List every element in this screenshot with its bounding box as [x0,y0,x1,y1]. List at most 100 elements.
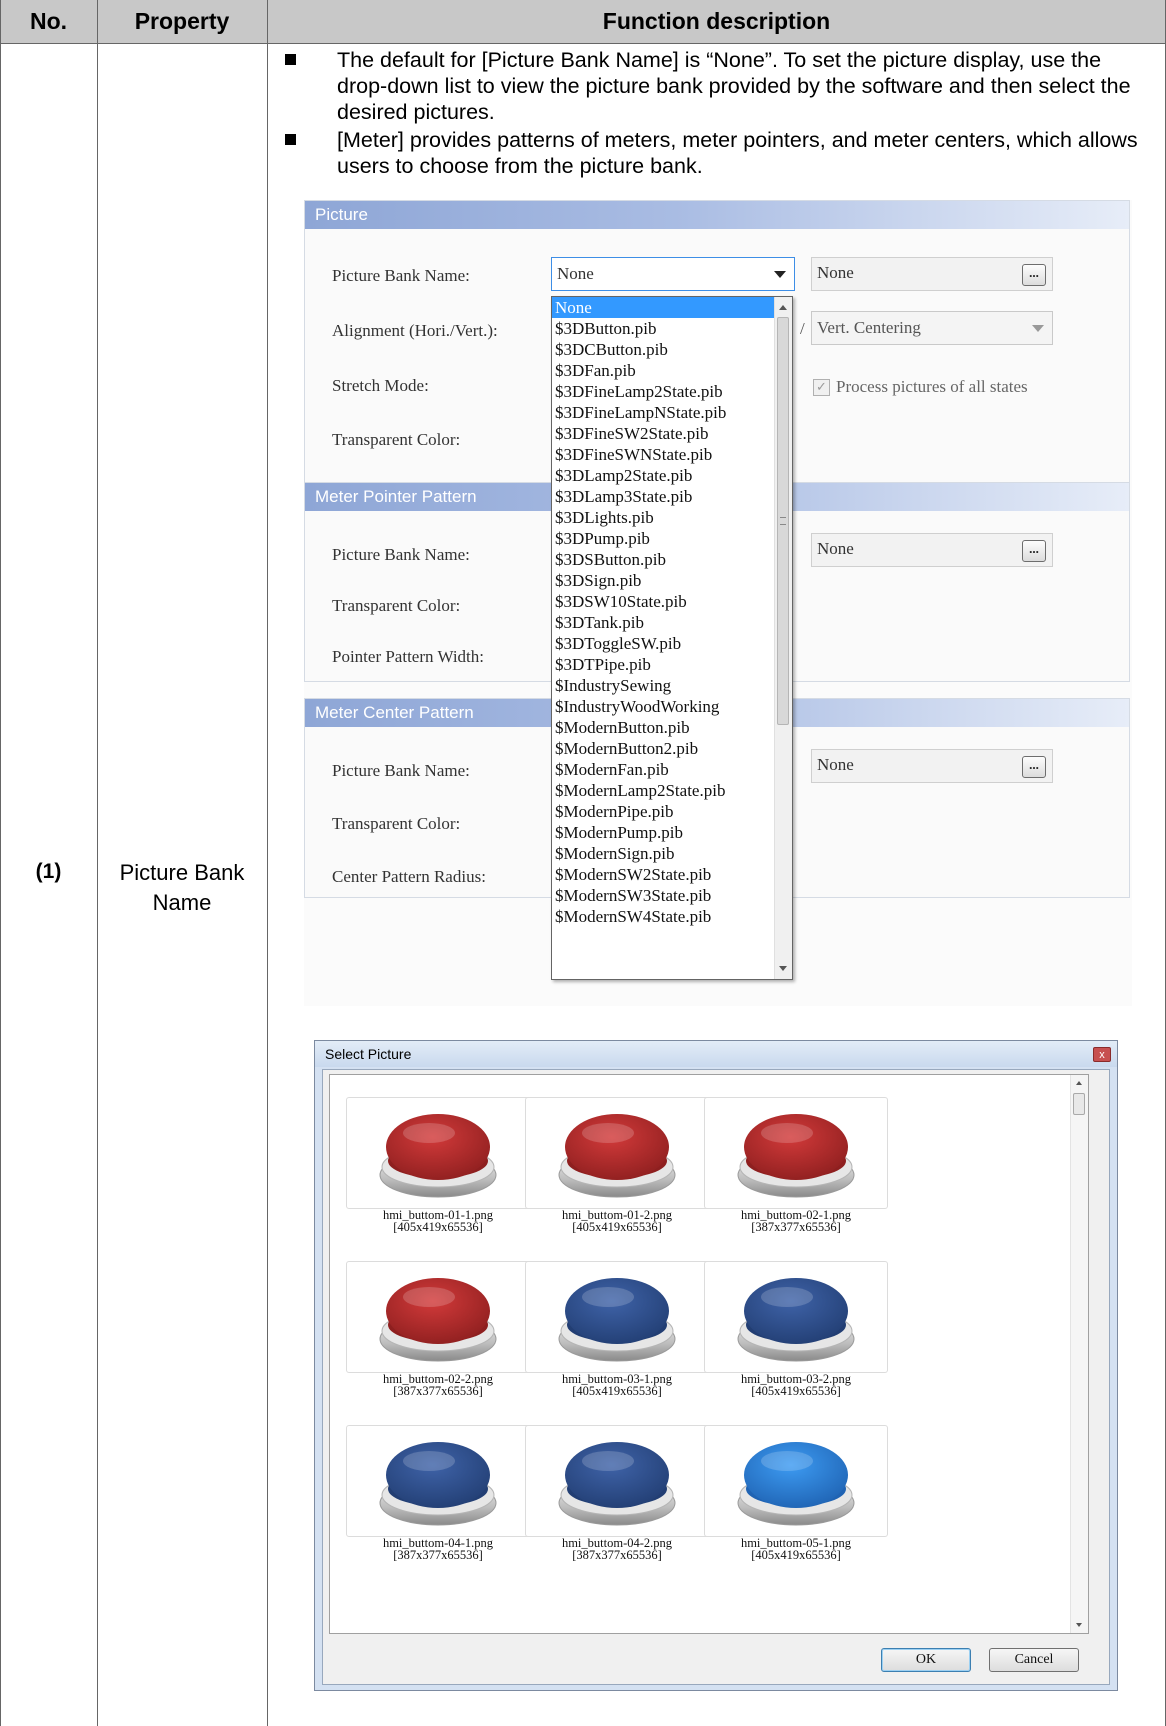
dropdown-item[interactable]: $3DToggleSW.pib [552,633,792,654]
chevron-down-icon[interactable] [1032,325,1044,332]
picture-dimensions: [405x419x65536] [572,1220,662,1234]
dropdown-item[interactable]: $3DTPipe.pib [552,654,792,675]
picture-tile[interactable]: hmi_buttom-01-1.png [405x419x65536] [346,1097,530,1235]
dropdown-item[interactable]: $ModernButton2.pib [552,738,792,759]
picture-dimensions: [405x419x65536] [393,1220,483,1234]
center-picture-bank-label: Picture Bank Name: [332,761,470,780]
stretch-mode-label: Stretch Mode: [332,376,429,395]
settings-panel: Picture Picture Bank Name: None None ...… [304,200,1132,1006]
picture-tile[interactable]: hmi_buttom-03-2.png [405x419x65536] [704,1261,888,1399]
row-number: (1) [35,860,62,883]
dropdown-item[interactable]: $3DSign.pib [552,570,792,591]
browse-button[interactable]: ... [1022,540,1046,562]
center-picture-value: None [817,755,854,774]
dropdown-item[interactable]: $ModernLamp2State.pib [552,780,792,801]
picture-tile[interactable]: hmi_buttom-05-1.png [405x419x65536] [704,1425,888,1563]
tile-caption: hmi_buttom-05-1.png [405x419x65536] [704,1537,888,1562]
picture-select-value: None [817,263,854,282]
process-all-states-checkbox[interactable]: ✓ Process pictures of all states [813,377,1028,397]
dropdown-item[interactable]: $3DFan.pib [552,360,792,381]
scroll-up-icon[interactable] [779,305,787,310]
dropdown-item[interactable]: $ModernSW2State.pib [552,864,792,885]
dropdown-item[interactable]: $3DLights.pib [552,507,792,528]
dropdown-item[interactable]: $3DSW10State.pib [552,591,792,612]
picture-bank-label: Picture Bank Name: [332,266,470,285]
browse-button[interactable]: ... [1022,264,1046,286]
dropdown-item[interactable]: $3DPump.pib [552,528,792,549]
dropdown-item[interactable]: $ModernPipe.pib [552,801,792,822]
browse-button[interactable]: ... [1022,756,1046,778]
scroll-up-icon[interactable] [1076,1081,1082,1085]
dropdown-item[interactable]: $ModernSW4State.pib [552,906,792,927]
tile-caption: hmi_buttom-02-1.png [387x377x65536] [704,1209,888,1234]
push-button-icon [737,1442,855,1526]
scroll-thumb[interactable] [1073,1093,1085,1115]
dropdown-item[interactable]: $ModernPump.pib [552,822,792,843]
pointer-picture-bank-label: Picture Bank Name: [332,545,470,564]
dropdown-item[interactable]: $3DFineSW2State.pib [552,423,792,444]
picture-dimensions: [387x377x65536] [393,1384,483,1398]
bullet-square-icon [285,134,296,145]
picture-tile[interactable]: hmi_buttom-03-1.png [405x419x65536] [525,1261,709,1399]
tile-caption: hmi_buttom-03-2.png [405x419x65536] [704,1373,888,1398]
dropdown-item[interactable]: $3DCButton.pib [552,339,792,360]
vert-alignment-value: Vert. Centering [817,318,921,337]
close-icon[interactable]: x [1093,1047,1111,1062]
function-bullets: The default for [Picture Bank Name] is “… [275,47,1155,181]
dropdown-item[interactable]: None [552,297,792,318]
ok-button[interactable]: OK [881,1648,971,1672]
center-picture-select-field[interactable]: None ... [811,749,1053,783]
property-line-1: Picture Bank [119,860,245,885]
scroll-down-icon[interactable] [1076,1623,1082,1627]
center-transparent-label: Transparent Color: [332,814,461,833]
picture-tile[interactable]: hmi_buttom-04-1.png [387x377x65536] [346,1425,530,1563]
dropdown-item[interactable]: $ModernButton.pib [552,717,792,738]
transparent-color-label: Transparent Color: [332,430,461,449]
cancel-button[interactable]: Cancel [989,1648,1079,1672]
pointer-picture-select-field[interactable]: None ... [811,533,1053,567]
dropdown-items: None $3DButton.pib $3DCButton.pib $3DFan.pi… [552,297,792,927]
bullet-text: The default for [Picture Bank Name] is “… [337,48,1131,124]
dropdown-item[interactable]: $3DFineLampNState.pib [552,402,792,423]
tile-caption: hmi_buttom-04-2.png [387x377x65536] [525,1537,709,1562]
scroll-thumb[interactable] [777,317,789,725]
vert-alignment-combo[interactable]: Vert. Centering [811,311,1053,345]
dropdown-item[interactable]: $ModernSW3State.pib [552,885,792,906]
dropdown-scrollbar[interactable] [774,297,792,979]
dropdown-item[interactable]: $ModernSign.pib [552,843,792,864]
dropdown-item[interactable]: $IndustrySewing [552,675,792,696]
dropdown-item[interactable]: $IndustryWoodWorking [552,696,792,717]
alignment-label: Alignment (Hori./Vert.): [332,321,498,340]
chevron-down-icon[interactable] [774,271,786,278]
col-border [267,0,268,1726]
picture-tile[interactable]: hmi_buttom-01-2.png [405x419x65536] [525,1097,709,1235]
picture-tile[interactable]: hmi_buttom-02-2.png [387x377x65536] [346,1261,530,1399]
dropdown-item[interactable]: $3DLamp3State.pib [552,486,792,507]
picture-dimensions: [387x377x65536] [751,1220,841,1234]
dropdown-item[interactable]: $3DTank.pib [552,612,792,633]
dropdown-item[interactable]: $3DFineSWNState.pib [552,444,792,465]
push-button-icon [379,1114,497,1198]
picture-dimensions: [405x419x65536] [751,1548,841,1562]
property-line-2: Name [152,890,212,915]
dropdown-item[interactable]: $3DLamp2State.pib [552,465,792,486]
pointer-width-label: Pointer Pattern Width: [332,647,484,666]
grip-icon [780,517,786,525]
dropdown-item[interactable]: $ModernFan.pib [552,759,792,780]
dropdown-item[interactable]: $3DButton.pib [552,318,792,339]
header-no: No. [0,0,97,44]
dropdown-item[interactable]: $3DSButton.pib [552,549,792,570]
picture-group-title: Picture [305,201,1129,229]
picture-tile[interactable]: hmi_buttom-04-2.png [387x377x65536] [525,1425,709,1563]
gallery-scrollbar[interactable] [1070,1075,1088,1633]
picture-bank-dropdown-list[interactable]: None $3DButton.pib $3DCButton.pib $3DFan.pi… [551,296,793,980]
picture-tile[interactable]: hmi_buttom-02-1.png [387x377x65536] [704,1097,888,1235]
picture-select-field[interactable]: None ... [811,257,1053,291]
tile-caption: hmi_buttom-02-2.png [387x377x65536] [346,1373,530,1398]
dropdown-item[interactable]: $3DFineLamp2State.pib [552,381,792,402]
scroll-down-icon[interactable] [779,966,787,971]
pointer-transparent-label: Transparent Color: [332,596,461,615]
picture-bank-combo[interactable]: None [551,257,795,291]
checkmark-icon[interactable]: ✓ [813,378,830,396]
select-picture-dialog: Select Picture x hmi_buttom-01-1.png [405… [314,1040,1118,1691]
